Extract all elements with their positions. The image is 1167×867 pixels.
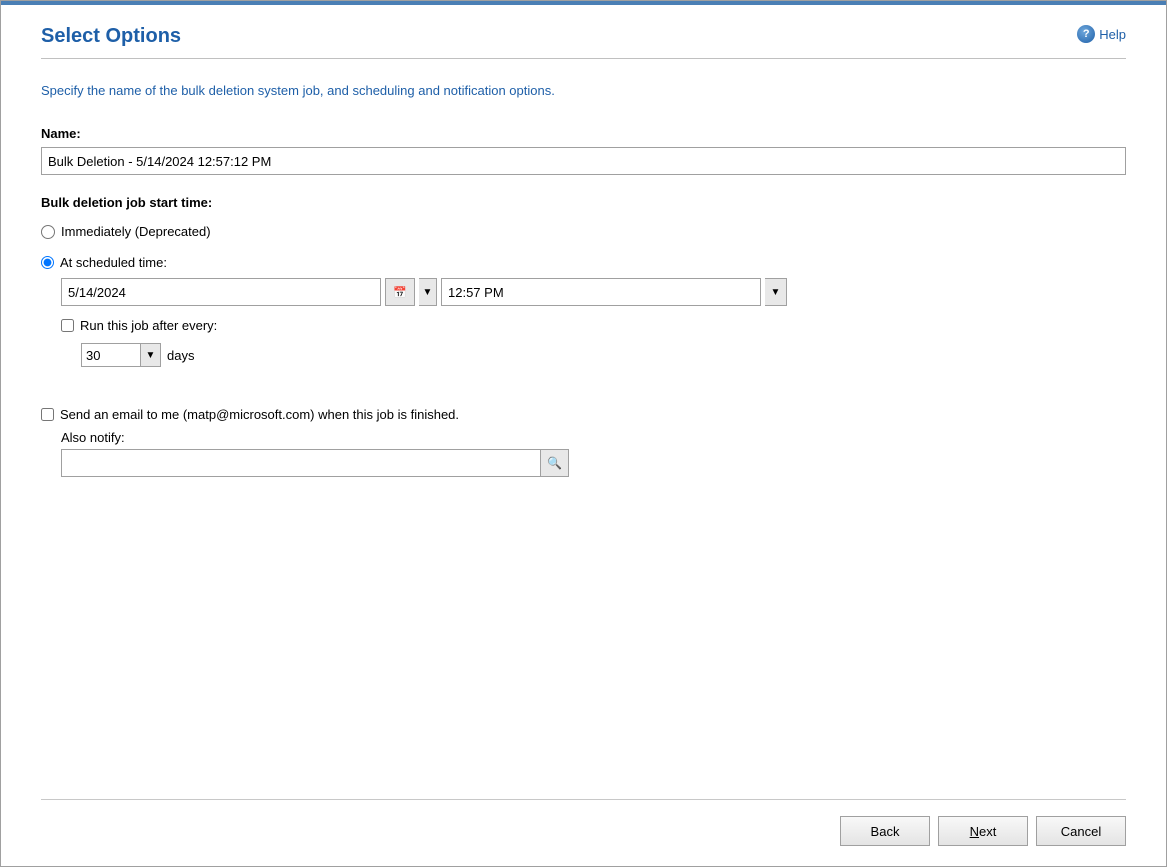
scheduled-label[interactable]: At scheduled time:: [60, 255, 167, 270]
days-select-wrapper: ▼: [81, 343, 161, 367]
page-title: Select Options: [41, 25, 181, 48]
email-notify-label[interactable]: Send an email to me (matp@microsoft.com)…: [60, 407, 459, 422]
notify-input-row: 🔍: [61, 449, 1126, 477]
page-header: Select Options ? Help: [41, 25, 1126, 59]
date-chevron-icon: ▼: [423, 287, 433, 298]
scheduled-row: At scheduled time: 📅 ▼ ▼: [41, 255, 1126, 306]
scheduled-radio[interactable]: [41, 256, 54, 269]
description-text: Specify the name of the bulk deletion sy…: [41, 83, 1126, 98]
time-dropdown-btn[interactable]: ▼: [765, 278, 787, 306]
next-button[interactable]: Next: [938, 816, 1028, 846]
help-icon: ?: [1077, 25, 1095, 43]
date-dropdown-btn[interactable]: ▼: [419, 278, 437, 306]
name-label: Name:: [41, 126, 1126, 141]
search-icon: 🔍: [547, 456, 562, 470]
time-chevron-icon: ▼: [771, 287, 781, 298]
days-label: days: [167, 348, 194, 363]
name-input[interactable]: [41, 147, 1126, 175]
back-button[interactable]: Back: [840, 816, 930, 846]
name-section: Name:: [41, 126, 1126, 175]
calendar-icon-btn[interactable]: 📅: [385, 278, 415, 306]
email-checkbox-row: Send an email to me (matp@microsoft.com)…: [41, 407, 1126, 422]
start-time-heading: Bulk deletion job start time:: [41, 195, 1126, 210]
footer: Back Next Cancel: [41, 799, 1126, 866]
immediately-option: Immediately (Deprecated): [41, 224, 1126, 239]
notify-search-btn[interactable]: 🔍: [541, 449, 569, 477]
also-notify-label: Also notify:: [61, 430, 1126, 445]
help-label: Help: [1099, 27, 1126, 42]
days-row: ▼ days: [81, 343, 1126, 367]
email-notify-checkbox[interactable]: [41, 408, 54, 421]
days-chevron-icon: ▼: [146, 350, 156, 361]
date-input[interactable]: [61, 278, 381, 306]
also-notify-row: Also notify: 🔍: [61, 430, 1126, 477]
run-after-checkbox[interactable]: [61, 319, 74, 332]
notify-input[interactable]: [61, 449, 541, 477]
help-link[interactable]: ? Help: [1077, 25, 1126, 43]
immediately-label[interactable]: Immediately (Deprecated): [61, 224, 211, 239]
cancel-button[interactable]: Cancel: [1036, 816, 1126, 846]
days-input[interactable]: [81, 343, 141, 367]
days-dropdown-btn[interactable]: ▼: [141, 343, 161, 367]
time-input[interactable]: [441, 278, 761, 306]
start-time-section: Bulk deletion job start time: Immediatel…: [41, 195, 1126, 387]
run-after-label[interactable]: Run this job after every:: [80, 318, 217, 333]
immediately-radio[interactable]: [41, 225, 55, 239]
calendar-icon: 📅: [393, 286, 407, 299]
scheduled-radio-row: At scheduled time:: [41, 255, 1126, 270]
run-after-checkbox-row: Run this job after every:: [61, 318, 1126, 333]
datetime-row: 📅 ▼ ▼: [61, 278, 1126, 306]
email-section: Send an email to me (matp@microsoft.com)…: [41, 407, 1126, 477]
